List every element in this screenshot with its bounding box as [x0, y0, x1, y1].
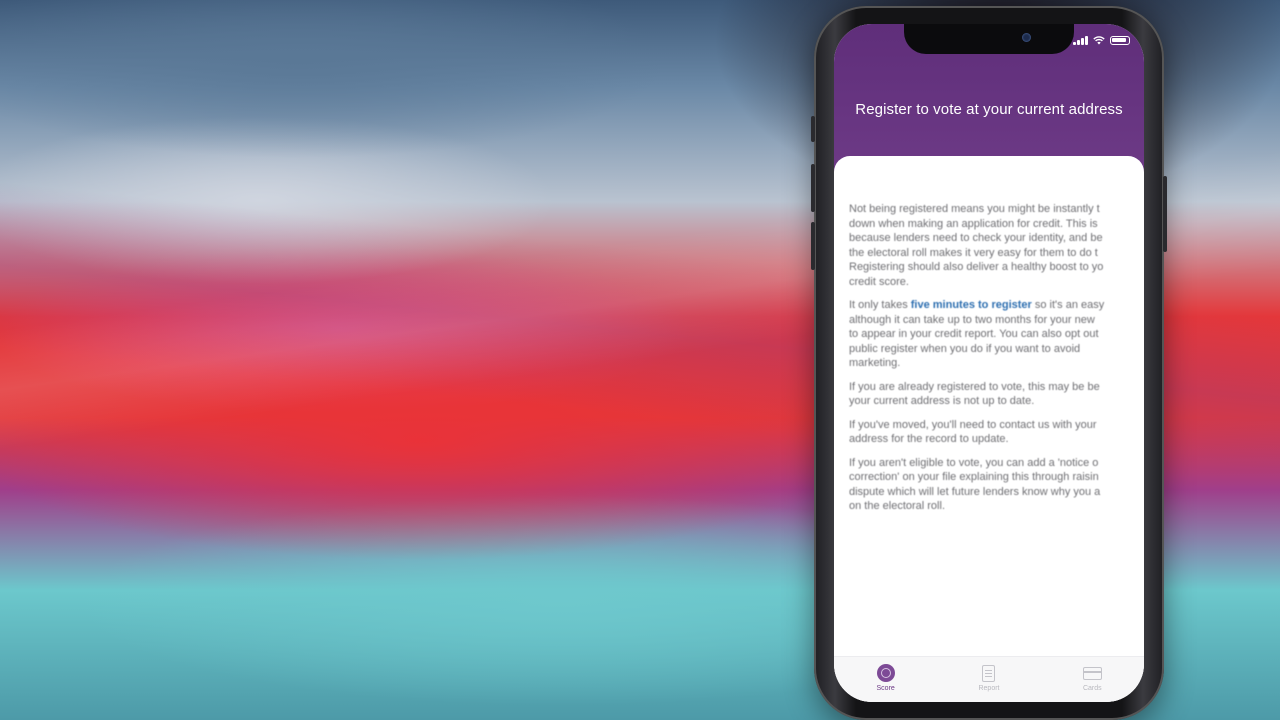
- power-button: [1163, 176, 1167, 252]
- phone-screen: Register to vote at your current address…: [834, 24, 1144, 702]
- volume-down-button: [811, 222, 815, 270]
- paragraph-five-minutes: It only takes five minutes to register s…: [849, 299, 1105, 369]
- tab-cards[interactable]: Cards: [1041, 657, 1144, 702]
- paragraph-not-eligible: If you aren't eligible to vote, you can …: [849, 456, 1101, 513]
- tab-report-label: Report: [978, 685, 1000, 692]
- paragraph-not-registered: Not being registered means you might be …: [849, 203, 1104, 288]
- tab-report[interactable]: Report: [937, 657, 1040, 702]
- status-bar-icons: [1073, 36, 1130, 45]
- page-title: Register to vote at your current address: [855, 101, 1123, 118]
- wallpaper-background: Register to vote at your current address…: [0, 0, 1280, 720]
- tab-bar: Score Report Cards: [834, 656, 1144, 702]
- signal-icon: [1073, 36, 1088, 45]
- notch: [904, 24, 1074, 54]
- volume-up-button: [811, 164, 815, 212]
- silent-switch: [811, 116, 815, 142]
- tab-cards-label: Cards: [1082, 685, 1102, 692]
- phone-frame: Register to vote at your current address…: [811, 6, 1167, 720]
- wifi-icon: [1093, 36, 1105, 45]
- camera-icon: [1022, 33, 1031, 42]
- score-icon: [876, 664, 895, 682]
- report-icon: [982, 664, 996, 682]
- info-text: Not being registered means you might be …: [849, 202, 1144, 523]
- battery-icon: [1110, 36, 1130, 45]
- tab-score-label: Score: [876, 685, 895, 692]
- cards-icon: [1082, 666, 1102, 680]
- paragraph-already-registered: If you are already registered to vote, t…: [849, 380, 1100, 408]
- paragraph-moved: If you've moved, you'll need to contact …: [849, 418, 1097, 446]
- register-link[interactable]: five minutes to register: [911, 299, 1032, 311]
- tab-score[interactable]: Score: [834, 657, 937, 702]
- purple-header: Register to vote at your current address: [834, 24, 1144, 174]
